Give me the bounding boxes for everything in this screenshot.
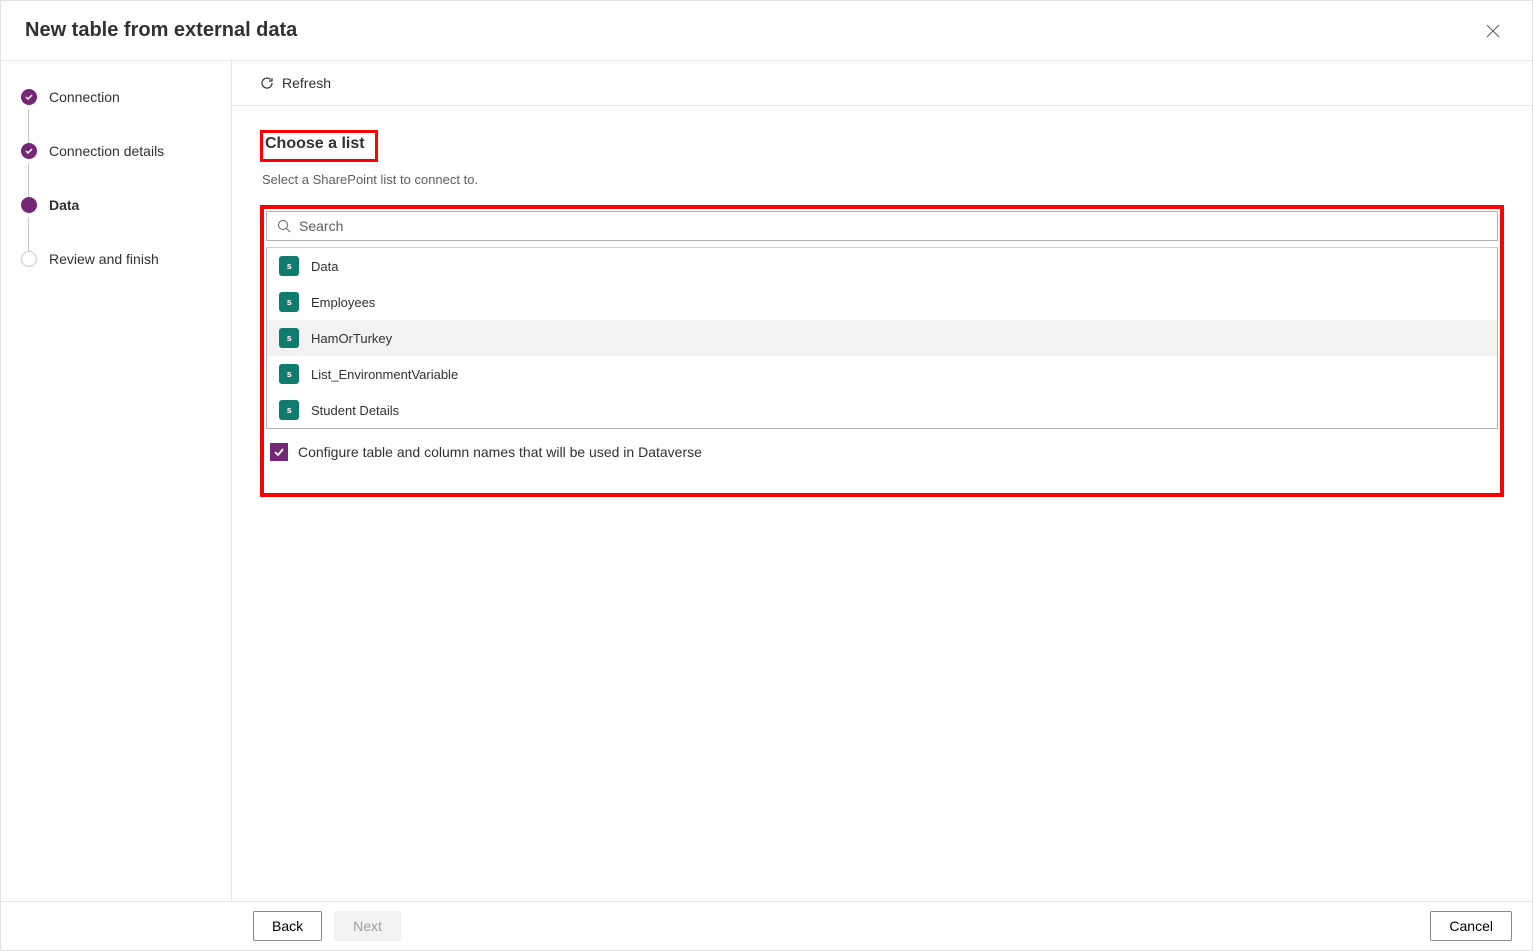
main-panel: Refresh Choose a list Select a SharePoin… bbox=[231, 61, 1532, 901]
sharepoint-icon: s bbox=[279, 292, 299, 312]
list-item[interactable]: s Student Details bbox=[267, 392, 1497, 428]
sharepoint-icon: s bbox=[279, 256, 299, 276]
sharepoint-icon: s bbox=[279, 364, 299, 384]
toolbar: Refresh bbox=[232, 61, 1532, 106]
list-item-label: Student Details bbox=[311, 403, 399, 418]
highlight-list-box: sDatasEmployeessHamOrTurkeysList_Environ… bbox=[260, 205, 1504, 497]
section-subtitle: Select a SharePoint list to connect to. bbox=[262, 172, 1504, 187]
footer-left: Back Next bbox=[253, 911, 401, 941]
checkmark-icon bbox=[21, 89, 37, 105]
list-item[interactable]: s Employees bbox=[267, 284, 1497, 320]
dialog-body: Connection Connection details Data Revie… bbox=[1, 61, 1532, 901]
highlight-title-box: Choose a list bbox=[260, 130, 378, 162]
sharepoint-icon: s bbox=[279, 400, 299, 420]
content: Choose a list Select a SharePoint list t… bbox=[232, 106, 1532, 901]
section-title: Choose a list bbox=[265, 135, 365, 153]
list-item-label: Data bbox=[311, 259, 338, 274]
step-label: Connection bbox=[49, 89, 120, 105]
refresh-label: Refresh bbox=[282, 75, 331, 91]
pending-step-icon bbox=[21, 251, 37, 267]
list-item[interactable]: s List_EnvironmentVariable bbox=[267, 356, 1497, 392]
list-item[interactable]: s Data bbox=[267, 248, 1497, 284]
step-data[interactable]: Data bbox=[21, 197, 211, 251]
step-review[interactable]: Review and finish bbox=[21, 251, 211, 267]
step-label: Review and finish bbox=[49, 251, 159, 267]
wizard-sidebar: Connection Connection details Data Revie… bbox=[1, 61, 231, 901]
search-input[interactable] bbox=[299, 218, 1487, 234]
step-label: Data bbox=[49, 197, 79, 213]
configure-checkbox[interactable] bbox=[270, 443, 288, 461]
page-title: New table from external data bbox=[25, 19, 297, 42]
refresh-button[interactable]: Refresh bbox=[260, 71, 331, 95]
refresh-icon bbox=[260, 76, 274, 90]
dialog-header: New table from external data bbox=[1, 1, 1532, 61]
dialog-footer: Back Next Cancel bbox=[1, 901, 1532, 949]
checkmark-icon bbox=[21, 143, 37, 159]
search-icon bbox=[277, 219, 291, 233]
configure-label: Configure table and column names that wi… bbox=[298, 444, 702, 460]
sharepoint-list-scroll[interactable]: sDatasEmployeessHamOrTurkeysList_Environ… bbox=[267, 248, 1497, 428]
list-item[interactable]: s HamOrTurkey bbox=[267, 320, 1497, 356]
list-item-label: List_EnvironmentVariable bbox=[311, 367, 458, 382]
step-label: Connection details bbox=[49, 143, 164, 159]
current-step-icon bbox=[21, 197, 37, 213]
configure-row: Configure table and column names that wi… bbox=[266, 429, 1498, 491]
close-icon[interactable] bbox=[1486, 24, 1500, 38]
wizard-steps: Connection Connection details Data Revie… bbox=[21, 89, 211, 267]
step-connection-details[interactable]: Connection details bbox=[21, 143, 211, 197]
sharepoint-list-box: sDatasEmployeessHamOrTurkeysList_Environ… bbox=[266, 247, 1498, 429]
step-connection[interactable]: Connection bbox=[21, 89, 211, 143]
list-item-label: HamOrTurkey bbox=[311, 331, 392, 346]
back-button[interactable]: Back bbox=[253, 911, 322, 941]
search-field[interactable] bbox=[266, 211, 1498, 241]
list-item-label: Employees bbox=[311, 295, 375, 310]
cancel-button[interactable]: Cancel bbox=[1430, 911, 1512, 941]
sharepoint-icon: s bbox=[279, 328, 299, 348]
next-button: Next bbox=[334, 911, 401, 941]
